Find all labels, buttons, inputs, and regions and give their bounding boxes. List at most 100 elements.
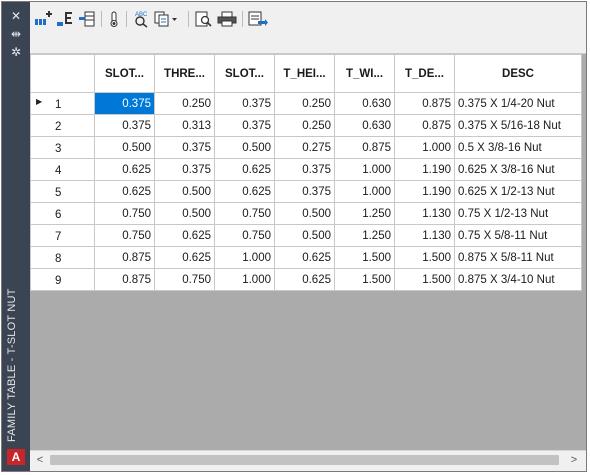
value-cell[interactable]: 0.875	[94, 268, 155, 291]
value-cell[interactable]: 0.500	[274, 224, 335, 247]
value-cell[interactable]: 1.190	[394, 158, 455, 181]
value-cell[interactable]: 1.130	[394, 202, 455, 225]
table-row[interactable]: 2 0.375 0.313 0.375 0.250 0.630 0.875 0.375 X 5…	[30, 114, 582, 137]
value-cell[interactable]: 1.000	[334, 158, 395, 181]
value-cell[interactable]: 1.500	[334, 268, 395, 291]
value-cell[interactable]: 0.750	[94, 224, 155, 247]
table-row[interactable]: 3 0.500 0.375 0.500 0.275 0.875 1.000 0.5 X 3/8…	[30, 136, 582, 159]
value-cell[interactable]: 0.500	[154, 180, 215, 203]
row-number[interactable]: 8	[30, 246, 95, 269]
horizontal-scrollbar[interactable]: < >	[30, 450, 586, 469]
row-number[interactable]: 2	[30, 114, 95, 137]
row-number[interactable]: 4	[30, 158, 95, 181]
desc-cell[interactable]: 0.375 X 1/4-20 Nut	[454, 92, 582, 115]
value-cell[interactable]: 1.500	[394, 246, 455, 269]
value-cell[interactable]: 0.625	[154, 246, 215, 269]
desc-cell[interactable]: 0.375 X 5/16-18 Nut	[454, 114, 582, 137]
scroll-thumb[interactable]	[50, 455, 559, 465]
table-row[interactable]: 4 0.625 0.375 0.625 0.375 1.000 1.190 0.625 X 3…	[30, 158, 582, 181]
value-cell[interactable]: 1.250	[334, 224, 395, 247]
value-cell[interactable]: 0.625	[94, 158, 155, 181]
value-cell[interactable]: 0.625	[274, 268, 335, 291]
value-cell[interactable]: 0.750	[94, 202, 155, 225]
print-icon[interactable]	[217, 10, 237, 28]
insert-column-icon[interactable]	[34, 10, 54, 28]
row-number[interactable]: 6	[30, 202, 95, 225]
desc-cell[interactable]: 0.625 X 3/8-16 Nut	[454, 158, 582, 181]
desc-cell[interactable]: 0.75 X 5/8-11 Nut	[454, 224, 582, 247]
value-cell[interactable]: 0.750	[214, 202, 275, 225]
add-rows-from-file-icon[interactable]	[78, 10, 96, 28]
column-header[interactable]: T_WI...	[334, 54, 395, 93]
value-cell[interactable]: 0.500	[274, 202, 335, 225]
desc-cell[interactable]: 0.75 X 1/2-13 Nut	[454, 202, 582, 225]
value-cell[interactable]: 0.750	[214, 224, 275, 247]
column-header[interactable]: T_DE...	[394, 54, 455, 93]
value-cell[interactable]: 1.000	[214, 246, 275, 269]
palette-title-strip[interactable]: ✕ ⇹ ✲ FAMILY TABLE - T-SLOT NUT A	[2, 2, 30, 471]
value-cell[interactable]: 1.000	[334, 180, 395, 203]
scroll-left-icon[interactable]: <	[32, 452, 48, 468]
row-number[interactable]: 3	[30, 136, 95, 159]
table-row[interactable]: 7 0.750 0.625 0.750 0.500 1.250 1.130 0.75 X 5/…	[30, 224, 582, 247]
value-cell[interactable]: 0.875	[94, 246, 155, 269]
row-header-corner[interactable]	[30, 54, 95, 93]
value-cell[interactable]: 0.630	[334, 92, 395, 115]
row-number[interactable]: 7	[30, 224, 95, 247]
table-row[interactable]: 9 0.875 0.750 1.000 0.625 1.500 1.500 0.875 X 3…	[30, 268, 582, 291]
value-cell[interactable]: 0.375	[154, 136, 215, 159]
value-cell[interactable]: 0.250	[274, 114, 335, 137]
value-cell[interactable]: 0.275	[274, 136, 335, 159]
value-cell[interactable]: 0.625	[214, 158, 275, 181]
value-cell[interactable]: 1.250	[334, 202, 395, 225]
preview-icon[interactable]	[195, 10, 213, 28]
table-row[interactable]: ▶ 1 0.375 0.250 0.375 0.250 0.630 0.875 0.375 X …	[30, 92, 582, 115]
insert-row-icon[interactable]	[56, 10, 74, 28]
value-cell[interactable]: 0.750	[154, 268, 215, 291]
value-cell[interactable]: 0.313	[154, 114, 215, 137]
value-cell[interactable]: 0.375	[274, 180, 335, 203]
value-cell[interactable]: 0.625	[214, 180, 275, 203]
value-cell[interactable]: 0.630	[334, 114, 395, 137]
value-cell[interactable]: 0.375	[94, 114, 155, 137]
column-header[interactable]: DESC	[454, 54, 582, 93]
value-cell[interactable]: 0.375	[154, 158, 215, 181]
value-cell[interactable]: 0.625	[274, 246, 335, 269]
scroll-right-icon[interactable]: >	[566, 452, 582, 468]
table-row[interactable]: 8 0.875 0.625 1.000 0.625 1.500 1.500 0.875 X 5…	[30, 246, 582, 269]
row-number[interactable]: 9	[30, 268, 95, 291]
table-row[interactable]: 6 0.750 0.500 0.750 0.500 1.250 1.130 0.75 X 1/…	[30, 202, 582, 225]
properties-icon[interactable]: ✲	[8, 44, 24, 60]
close-icon[interactable]: ✕	[8, 8, 24, 24]
row-number[interactable]: 5	[30, 180, 95, 203]
value-cell[interactable]: 0.875	[334, 136, 395, 159]
value-cell[interactable]: 0.500	[214, 136, 275, 159]
value-cell[interactable]: 1.000	[214, 268, 275, 291]
export-icon[interactable]	[248, 10, 268, 28]
value-cell[interactable]: 0.875	[394, 92, 455, 115]
value-cell[interactable]: 0.500	[94, 136, 155, 159]
value-cell[interactable]: 0.250	[274, 92, 335, 115]
value-cell[interactable]: 0.625	[154, 224, 215, 247]
value-cell[interactable]: 0.625	[94, 180, 155, 203]
column-header[interactable]: SLOT...	[94, 54, 155, 93]
desc-cell[interactable]: 0.625 X 1/2-13 Nut	[454, 180, 582, 203]
value-cell[interactable]: 0.250	[154, 92, 215, 115]
value-cell[interactable]: 0.375	[94, 92, 155, 115]
desc-cell[interactable]: 0.875 X 5/8-11 Nut	[454, 246, 582, 269]
row-number[interactable]: ▶ 1	[30, 92, 95, 115]
column-header[interactable]: SLOT...	[214, 54, 275, 93]
copy-dropdown-icon[interactable]	[154, 10, 182, 28]
value-cell[interactable]: 0.375	[214, 114, 275, 137]
auto-hide-icon[interactable]: ⇹	[8, 26, 24, 42]
column-header[interactable]: THRE...	[154, 54, 215, 93]
value-cell[interactable]: 0.375	[214, 92, 275, 115]
spell-check-icon[interactable]: ABC	[132, 10, 152, 28]
value-cell[interactable]: 0.875	[394, 114, 455, 137]
value-cell[interactable]: 1.190	[394, 180, 455, 203]
temperature-icon[interactable]	[107, 10, 121, 28]
column-header[interactable]: T_HEI...	[274, 54, 335, 93]
value-cell[interactable]: 1.130	[394, 224, 455, 247]
desc-cell[interactable]: 0.875 X 3/4-10 Nut	[454, 268, 582, 291]
table-row[interactable]: 5 0.625 0.500 0.625 0.375 1.000 1.190 0.625 X 1…	[30, 180, 582, 203]
